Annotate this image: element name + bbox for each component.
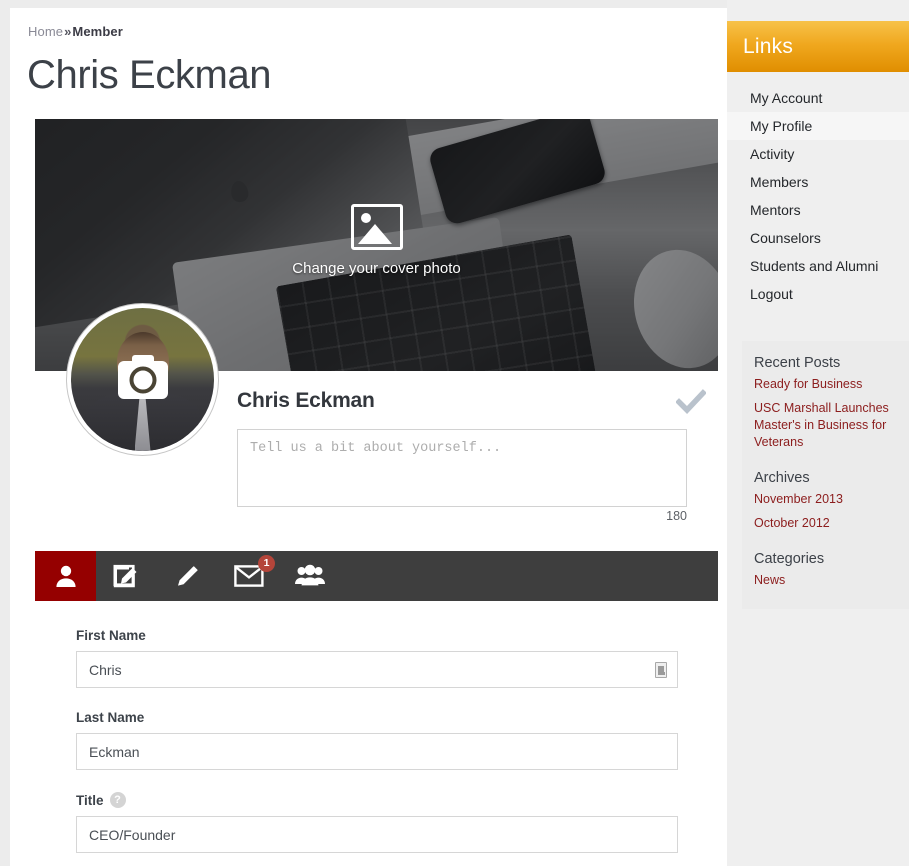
member-display-name: Chris Eckman (237, 389, 375, 412)
first-name-field-wrap (76, 651, 678, 688)
breadcrumb-current: Member (72, 24, 123, 39)
profile-page: Home»Member Chris Eckman Change your cov… (0, 0, 909, 866)
archive-link-1[interactable]: November 2013 (742, 489, 909, 510)
first-name-label: First Name (76, 628, 678, 643)
messages-badge: 1 (258, 555, 275, 572)
last-name-label-text: Last Name (76, 710, 145, 725)
breadcrumb-home-link[interactable]: Home (28, 24, 63, 39)
sidebar-item-my-profile[interactable]: My Profile (727, 112, 909, 140)
image-placeholder-icon (350, 204, 403, 250)
people-group-icon (294, 563, 326, 589)
person-icon (53, 563, 79, 589)
bio-character-counter: 180 (666, 509, 687, 523)
title-label: Title ? (76, 792, 678, 808)
tab-groups[interactable] (279, 551, 340, 601)
categories-heading: Categories (754, 551, 825, 567)
compose-square-icon (113, 563, 140, 590)
right-sidebar: Links My Account My Profile Activity Mem… (727, 0, 909, 866)
last-name-input[interactable] (76, 733, 678, 770)
category-link-news[interactable]: News (742, 570, 909, 591)
breadcrumb: Home»Member (28, 24, 123, 39)
tab-messages[interactable]: 1 (218, 551, 279, 601)
camera-icon[interactable] (117, 354, 168, 399)
page-title: Chris Eckman (27, 53, 272, 97)
links-widget: Links My Account My Profile Activity Mem… (727, 21, 909, 326)
title-label-text: Title (76, 792, 104, 808)
sidebar-item-logout[interactable]: Logout (727, 280, 909, 308)
recent-post-link-2[interactable]: USC Marshall Launches Master's in Busine… (742, 398, 909, 453)
profile-edit-form: First Name Last Name Title ? (76, 628, 678, 866)
recent-posts-heading: Recent Posts (754, 355, 841, 371)
sidebar-item-students-alumni[interactable]: Students and Alumni (727, 252, 909, 280)
main-content-column: Home»Member Chris Eckman Change your cov… (10, 8, 727, 866)
tab-edit[interactable] (157, 551, 218, 601)
recent-post-link-1[interactable]: Ready for Business (742, 374, 909, 395)
avatar-photo (71, 308, 214, 451)
links-list: My Account My Profile Activity Members M… (727, 72, 909, 326)
verified-check-icon (675, 389, 707, 415)
archives-heading: Archives (754, 470, 810, 486)
posts-widget: Recent Posts Ready for Business USC Mars… (742, 341, 909, 609)
avatar[interactable] (67, 304, 218, 455)
tab-compose[interactable] (96, 551, 157, 601)
sidebar-item-members[interactable]: Members (727, 168, 909, 196)
links-widget-title: Links (727, 21, 909, 72)
bio-textarea[interactable] (237, 429, 687, 507)
first-name-input[interactable] (76, 651, 678, 688)
tab-profile[interactable] (35, 551, 96, 601)
sidebar-item-activity[interactable]: Activity (727, 140, 909, 168)
change-cover-photo-label: Change your cover photo (292, 260, 461, 277)
title-field-wrap (76, 816, 678, 853)
visibility-card-icon[interactable] (655, 661, 667, 678)
sidebar-item-mentors[interactable]: Mentors (727, 196, 909, 224)
title-input[interactable] (76, 816, 678, 853)
help-question-icon[interactable]: ? (109, 792, 126, 808)
sidebar-item-my-account[interactable]: My Account (727, 84, 909, 112)
last-name-label: Last Name (76, 710, 678, 725)
sidebar-item-counselors[interactable]: Counselors (727, 224, 909, 252)
change-cover-photo-button[interactable]: Change your cover photo (35, 204, 718, 277)
pencil-icon (174, 563, 201, 590)
last-name-field-wrap (76, 733, 678, 770)
first-name-label-text: First Name (76, 628, 146, 643)
archive-link-2[interactable]: October 2012 (742, 513, 909, 534)
profile-tabbar: 1 (35, 551, 718, 601)
